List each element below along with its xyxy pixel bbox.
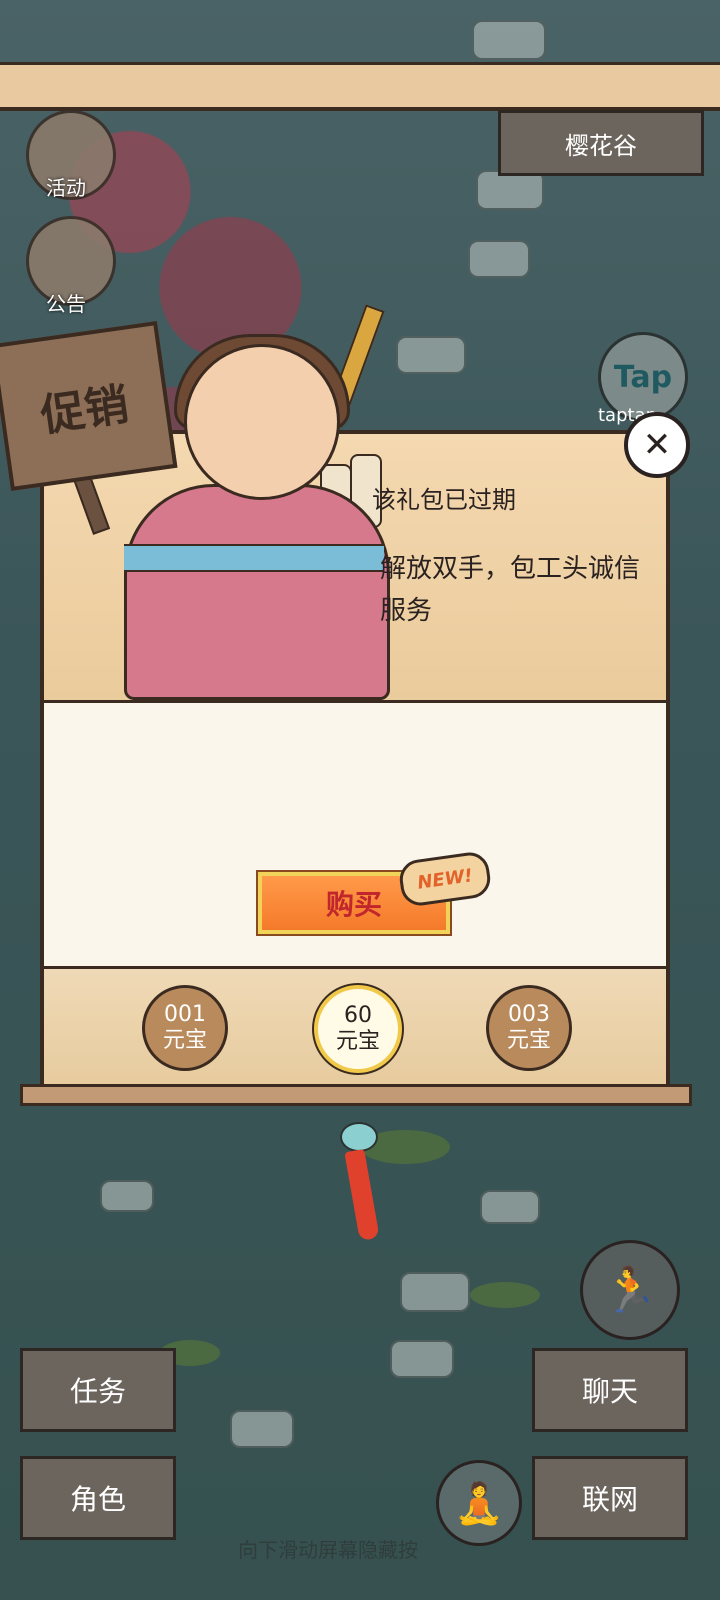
robe <box>124 484 390 700</box>
option-value: 001 <box>164 1002 206 1027</box>
swipe-hint: 向下滑动屏幕隐藏按 <box>238 1538 418 1562</box>
option-unit: 元宝 <box>162 1028 207 1053</box>
lily-pad <box>470 1282 540 1308</box>
dialog-title: 该礼包已过期 <box>372 486 516 514</box>
taptap-logo-text: Tap <box>613 359 673 395</box>
promo-sign: 促销 <box>0 321 178 491</box>
close-icon[interactable]: ✕ <box>624 412 690 478</box>
new-badge: NEW! <box>397 849 493 909</box>
location-label: 樱花谷 <box>498 110 704 176</box>
sash <box>124 544 384 572</box>
gift-pack-dialog: 该礼包已过期 解放双手，包工头诚信服务 购买 NEW! 001 元宝 60 元宝… <box>40 304 670 1098</box>
currency-options: 001 元宝 60 元宝 003 元宝 <box>44 966 666 1097</box>
stone <box>390 1340 454 1378</box>
run-icon[interactable]: 🏃 <box>580 1240 680 1340</box>
stone <box>468 240 530 278</box>
stone <box>100 1180 154 1212</box>
stone <box>396 336 466 374</box>
role-button[interactable]: 角色 <box>20 1456 176 1540</box>
gift-banner: 该礼包已过期 解放双手，包工头诚信服务 <box>44 304 666 703</box>
face <box>184 344 340 500</box>
option-001[interactable]: 001 元宝 <box>142 985 228 1071</box>
chat-button[interactable]: 聊天 <box>532 1348 688 1432</box>
stone <box>400 1272 470 1312</box>
announcement-label: 公告 <box>46 292 86 316</box>
network-button[interactable]: 联网 <box>532 1456 688 1540</box>
top-scroll-bar <box>0 62 720 111</box>
option-unit: 元宝 <box>506 1028 551 1053</box>
jade-knot-icon <box>340 1122 378 1152</box>
stone <box>230 1410 294 1448</box>
option-003[interactable]: 003 元宝 <box>486 985 572 1071</box>
activity-label: 活动 <box>46 176 86 200</box>
option-value: 003 <box>508 1002 550 1027</box>
option-unit: 元宝 <box>335 1029 380 1054</box>
meditate-icon[interactable]: 🧘 <box>436 1460 522 1546</box>
dialog-base-board <box>20 1084 692 1106</box>
stone <box>476 170 544 210</box>
stone <box>472 20 546 60</box>
option-60[interactable]: 60 元宝 <box>314 985 402 1073</box>
stone <box>480 1190 540 1224</box>
dialog-description: 解放双手，包工头诚信服务 <box>380 554 641 626</box>
task-button[interactable]: 任务 <box>20 1348 176 1432</box>
option-value: 60 <box>344 1003 372 1028</box>
